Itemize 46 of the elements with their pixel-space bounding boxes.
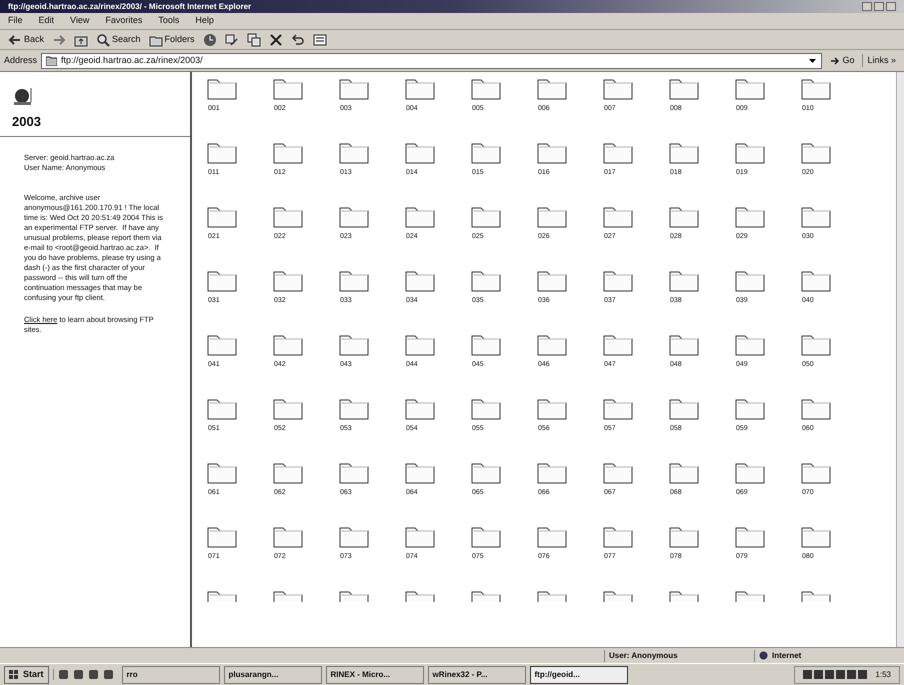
minimize-button[interactable] [862,2,872,11]
address-field[interactable]: ftp://geoid.hartrao.ac.za/rinex/2003/ [41,52,822,68]
go-button[interactable]: Go [826,54,858,68]
folder-title: 2003 [12,113,42,131]
status-zone: Internet [772,650,802,662]
address-label: Address [4,54,38,67]
history-icon[interactable] [202,32,217,46]
forward-arrow-icon[interactable] [52,32,66,46]
toolbar-button[interactable]: Folders [148,32,195,46]
links-button[interactable]: Links » [862,54,900,68]
views-icon[interactable] [312,32,327,46]
windows-logo-icon [9,670,19,680]
scrollbar[interactable] [896,72,904,647]
taskbar-button[interactable]: ftp://geoid... [530,666,628,684]
maximize-button[interactable] [874,2,884,11]
status-user: User: Anonymous [604,650,754,662]
toolbar-button[interactable]: Back [8,32,44,46]
taskbar-button[interactable]: RINEX - Micro... [326,666,424,684]
quick-launch-icon[interactable] [88,669,99,680]
taskbar-button[interactable]: wRinex32 - P... [428,666,526,684]
quick-launch-icon[interactable] [72,669,84,680]
dropdown-arrow-icon[interactable] [808,56,818,65]
move-to-icon[interactable] [224,32,239,46]
taskbar-button[interactable]: plusarangn... [224,666,322,684]
menu-item[interactable]: Tools [158,14,180,28]
delete-icon[interactable] [268,32,283,46]
menu-item[interactable]: Favorites [105,14,142,28]
window-title: ftp://geoid.hartrao.ac.za/rinex/2003/ - Microsoft Internet Explorer [8,0,252,12]
search-icon [96,32,110,46]
undo-icon[interactable] [290,32,305,46]
clock: 1:53 [875,668,891,680]
menu-item[interactable]: View [70,14,90,28]
menu-item[interactable]: File [8,14,23,28]
folder-icon [46,56,58,66]
menu-item[interactable]: Edit [38,14,54,28]
quick-launch-icon[interactable] [102,669,114,680]
toolbar-button[interactable]: Search [96,32,141,46]
quick-launch-icon[interactable] [58,669,69,680]
go-arrow-icon [830,56,840,66]
copy-to-icon[interactable] [246,32,261,46]
globe-icon [759,651,768,660]
back-arrow-icon [8,32,22,46]
taskbar-button[interactable]: rro [122,666,220,684]
start-button[interactable]: Start [4,666,49,684]
menu-item[interactable]: Help [195,14,214,28]
close-button[interactable] [886,2,896,11]
